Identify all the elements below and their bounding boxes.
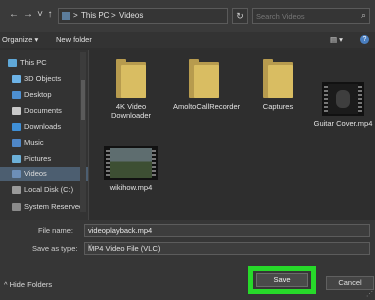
sidebar-item-system-reserved[interactable]: System Reserved [0,200,88,214]
resize-grip-icon[interactable]: ⋰ [366,290,373,298]
sidebar-item-label: System Reserved [24,202,84,211]
sidebar-item-local-disk[interactable]: Local Disk (C:) [0,183,88,197]
file-name: Guitar Cover.mp4 [313,119,373,128]
computer-icon [8,59,17,67]
hide-folders-button[interactable]: ^ Hide Folders [4,280,52,289]
chevron-down-icon: ˅ [88,244,93,251]
sidebar-item-pictures[interactable]: Pictures [0,152,88,166]
drive-icon [12,203,21,211]
filename-label: File name: [38,226,74,235]
search-input[interactable] [256,10,348,22]
sidebar-item-downloads[interactable]: Downloads [0,120,88,134]
sidebar-scrollbar-thumb[interactable] [81,80,85,120]
back-arrow-icon[interactable]: ← [8,9,20,21]
sidebar-scrollbar[interactable] [80,52,86,212]
folder-icon [116,59,146,98]
pictures-icon [12,155,21,163]
file-list: 4K Video Downloader AmoltoCallRecorder C… [90,50,375,220]
sidebar-item-3d-objects[interactable]: 3D Objects [0,72,88,86]
path-separator: > [73,11,78,20]
search-icon[interactable]: ⌕ [361,10,366,21]
search-box[interactable]: ⌕ [252,8,370,24]
organize-button[interactable]: Organize ▾ [2,35,38,44]
sidebar-item-label: Pictures [24,154,52,163]
file-item-guitar-cover[interactable]: Guitar Cover.mp4 [312,82,374,162]
sidebar-item-label: Music [24,138,44,147]
breadcrumb-this-pc[interactable]: This PC [81,11,109,20]
sidebar-item-videos[interactable]: Videos [0,167,88,181]
download-icon [12,123,21,131]
navigation-pane: This PC 3D Objects Desktop Documents Dow… [0,50,89,220]
cancel-button[interactable]: Cancel [326,276,374,290]
file-name: AmoltoCallRecorder [173,102,241,111]
new-folder-button[interactable]: New folder [56,35,92,44]
folder-icon [189,59,219,98]
file-name: Captures [262,102,294,111]
save-panel: File name: videoplayback.mp4 Save as typ… [0,220,375,300]
savetype-label: Save as type: [32,244,78,253]
sidebar-item-label: This PC [20,58,47,67]
savetype-select[interactable]: MP4 Video File (VLC) ˅ [84,242,370,255]
video-icon [12,170,21,178]
document-icon [12,107,21,115]
sidebar-item-music[interactable]: Music [0,136,88,150]
sidebar-item-label: Documents [24,106,62,115]
forward-arrow-icon[interactable]: → [22,9,34,21]
save-button[interactable]: Save [256,273,308,287]
sidebar-item-label: Local Disk (C:) [24,185,74,194]
desktop-icon [12,91,21,99]
file-item-captures[interactable]: Captures [247,59,309,142]
toolbar: Organize ▾ New folder ▤ ▾ ? [0,32,375,48]
file-item-amoltocallrecorder[interactable]: AmoltoCallRecorder [173,59,241,142]
sidebar-item-desktop[interactable]: Desktop [0,88,88,102]
folder-icon [263,59,293,98]
file-name: 4K Video Downloader [110,102,152,120]
file-name: wikihow.mp4 [109,183,153,192]
path-separator: > [111,11,116,20]
video-thumbnail-icon [104,146,158,180]
file-item-wikihow[interactable]: wikihow.mp4 [100,146,162,226]
drive-icon [12,186,21,194]
sidebar-item-label: Videos [24,169,47,178]
help-icon[interactable]: ? [360,35,369,44]
refresh-icon[interactable]: ↻ [232,8,248,24]
address-bar[interactable]: > This PC > Videos ˅ [58,8,276,24]
pc-icon [62,12,70,20]
sidebar-item-label: 3D Objects [24,74,62,83]
sidebar-item-this-pc[interactable]: This PC [0,56,88,70]
breadcrumb-videos[interactable]: Videos [119,11,143,20]
address-row: ← → ˅ ↑ > This PC > Videos ˅ ↻ ⌕ [0,0,375,33]
video-thumbnail-icon [322,82,364,116]
filename-field[interactable]: videoplayback.mp4 [84,224,370,237]
sidebar-item-documents[interactable]: Documents [0,104,88,118]
sidebar-item-label: Desktop [24,90,52,99]
view-options-button[interactable]: ▤ ▾ [330,35,343,44]
up-arrow-icon[interactable]: ↑ [44,9,56,21]
file-item-4k-video-downloader[interactable]: 4K Video Downloader [100,59,162,142]
music-icon [12,139,21,147]
cube-icon [12,75,21,83]
sidebar-item-label: Downloads [24,122,62,131]
